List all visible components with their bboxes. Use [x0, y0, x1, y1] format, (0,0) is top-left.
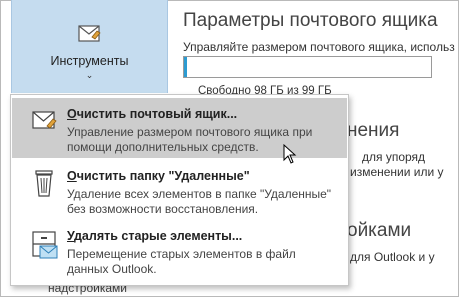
- menu-item-desc: Удаление всех элементов в папке "Удаленн…: [67, 187, 332, 216]
- menu-item-archive[interactable]: Удалять старые элементы... Перемещение с…: [12, 220, 347, 280]
- tools-dropdown-menu: Очистить почтовый ящик... Управление раз…: [10, 94, 349, 286]
- menu-item-title: Очистить почтовый ящик...: [67, 107, 238, 121]
- storage-progress-bar: [183, 56, 432, 78]
- section-text-partial: для упоряд: [362, 150, 426, 164]
- mailbox-cleanup-icon: [32, 108, 58, 137]
- menu-item-title: Удалять старые элементы...: [67, 229, 243, 243]
- section-heading-partial: нения: [347, 120, 400, 141]
- page-title: Параметры почтового ящика: [183, 10, 438, 31]
- archive-icon: [32, 230, 60, 265]
- section-text-partial: для Outlook и у: [350, 250, 435, 264]
- section-text-partial: изменении или у: [350, 165, 444, 179]
- tools-button[interactable]: Инструменты ⌄: [11, 0, 168, 93]
- section-heading-partial: ойками: [347, 220, 412, 241]
- menu-item-empty-deleted[interactable]: Очистить папку "Удаленные" Удаление всех…: [12, 160, 347, 220]
- trash-icon: [32, 170, 58, 203]
- mailbox-tools-icon: [78, 22, 102, 49]
- menu-item-title: Очистить папку "Удаленные": [67, 169, 250, 183]
- tools-button-label: Инструменты: [50, 54, 129, 68]
- storage-progress-fill: [184, 57, 187, 77]
- page-subtitle: Управляйте размером почтового ящика, исп…: [183, 40, 455, 54]
- mouse-cursor-icon: [283, 143, 297, 169]
- menu-item-desc: Перемещение старых элементов в файл данн…: [67, 247, 296, 276]
- chevron-down-icon: ⌄: [85, 70, 94, 80]
